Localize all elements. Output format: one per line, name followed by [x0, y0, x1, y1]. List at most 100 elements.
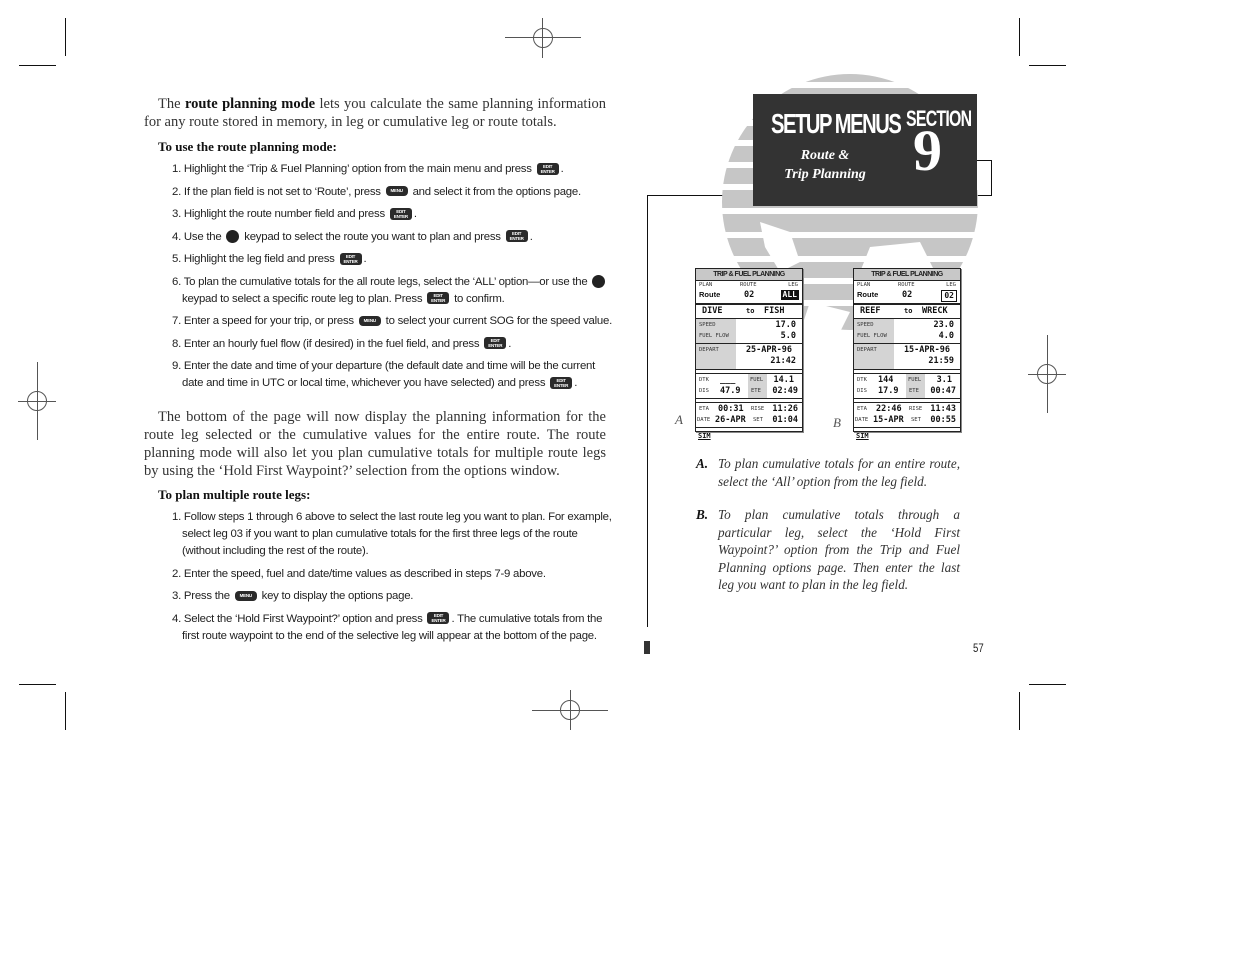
intro-paragraph: The route planning mode lets you calcula…	[144, 95, 606, 131]
header-rule	[991, 160, 992, 196]
depart-row: DEPART 15-APR-96 21:59	[854, 344, 960, 370]
fuel-flow-value: 5.0	[780, 331, 796, 341]
speed-value: 23.0	[933, 320, 954, 330]
section-number: 9	[913, 118, 942, 183]
step-number: 3.	[172, 590, 184, 602]
crop-mark	[19, 684, 56, 685]
depart-label: DEPART	[699, 347, 719, 353]
step-item: 1. Highlight the ‘Trip & Fuel Planning’ …	[172, 161, 612, 178]
ete-value: 00:47	[930, 386, 956, 396]
step-number: 1.	[172, 163, 184, 175]
step-text: and select it from the options page.	[409, 185, 582, 198]
route-label: ROUTE	[898, 282, 915, 288]
caption-text: To plan cumulative totals through a part…	[718, 507, 960, 592]
multiple-legs-steps-list: 1. Follow steps 1 through 6 above to sel…	[172, 509, 612, 650]
plan-value: Route	[699, 290, 721, 299]
crop-mark	[1019, 692, 1020, 730]
step-text: Use the	[183, 230, 225, 243]
date-value: 15-APR	[873, 415, 904, 425]
plan-label: PLAN	[699, 282, 713, 288]
edit-enter-key-icon: EDIT ENTER	[484, 337, 507, 350]
depart-time: 21:59	[928, 356, 954, 366]
step-number: 4.	[172, 230, 184, 243]
crop-mark	[65, 18, 66, 56]
trip-fuel-planning-screen-b: TRIP & FUEL PLANNING PLAN ROUTE LEG Route 02 0…	[853, 268, 961, 440]
caption-letter: B.	[696, 507, 709, 522]
fuel-flow-value: 4.0	[938, 331, 954, 341]
date-label: DATE	[855, 417, 869, 423]
step-text: keypad to select a specific route leg to…	[182, 292, 426, 305]
status-bar: SIM	[698, 432, 711, 440]
eta-value: 00:31	[718, 404, 744, 414]
leg-field: 02	[941, 290, 957, 302]
multiple-legs-heading: To plan multiple route legs:	[158, 487, 311, 502]
dtk-label: DTK	[857, 377, 867, 383]
step-text: To plan the cumulative totals for the al…	[183, 275, 591, 288]
depart-label: DEPART	[857, 347, 877, 353]
step-number: 2.	[172, 567, 184, 580]
waypoint-pair-row: DIVE to FISH	[696, 304, 802, 319]
ete-label: ETE	[751, 388, 761, 394]
dtk-dis-fuel-ete-row: DTK DIS ___ 47.9 FUEL ETE 14.1 02:49	[696, 374, 802, 399]
speed-value: 17.0	[775, 320, 796, 330]
leg-label: LEG	[788, 282, 798, 288]
crop-mark	[1029, 65, 1066, 66]
screen-title: TRIP & FUEL PLANNING	[854, 269, 960, 281]
caption-b: B. To plan cumulative totals through a p…	[696, 506, 960, 594]
set-label: SET	[911, 417, 921, 423]
leg-field: ALL	[780, 290, 799, 300]
fuel-flow-label: FUEL FLOW	[857, 333, 887, 339]
step-item: 5. Highlight the leg field and press EDI…	[172, 251, 612, 268]
edit-enter-key-icon: EDIT ENTER	[427, 292, 450, 305]
step-text: Enter a speed for your trip, or press	[183, 315, 357, 327]
to-word: to	[746, 307, 755, 315]
edit-enter-key-icon: EDIT ENTER	[427, 612, 450, 625]
dis-label: DIS	[699, 388, 709, 394]
eta-date-rise-set-row: ETA DATE 00:31 26-APR RISE SET 11:26 01:04	[696, 403, 802, 428]
speed-fuel-row: SPEED FUEL FLOW 23.0 4.0	[854, 319, 960, 344]
registration-mark	[18, 362, 58, 440]
section-header: SETUP MENUS Route & Trip Planning SECTIO…	[753, 94, 977, 206]
subtitle-line: Route &	[800, 148, 850, 163]
step-text: .	[574, 377, 578, 389]
menu-key-icon: MENU	[385, 186, 408, 197]
to-waypoint: FISH	[764, 306, 785, 316]
step-text: Highlight the route number field and pre…	[183, 208, 388, 220]
fuel-value: 14.1	[773, 375, 794, 385]
step-text: to confirm.	[451, 292, 505, 305]
registration-mark	[1028, 335, 1068, 413]
edit-enter-key-icon: EDIT ENTER	[389, 207, 412, 220]
leg-label: LEG	[946, 282, 956, 288]
speed-label: SPEED	[699, 322, 716, 328]
step-text: Highlight the leg field and press	[183, 253, 338, 265]
eta-date-rise-set-row: ETA DATE 22:46 15-APR RISE SET 11:43 00:55	[854, 403, 960, 428]
status-bar: SIM	[856, 432, 869, 440]
margin-rule	[647, 195, 648, 627]
route-planning-mode-term: route planning mode	[184, 96, 316, 112]
step-text: key to display the options page.	[258, 590, 414, 602]
plan-value: Route	[857, 290, 879, 299]
crop-mark	[1029, 684, 1066, 685]
dis-label: DIS	[857, 388, 867, 394]
step-item: 4. Use the keypad to select the route yo…	[172, 229, 612, 246]
figure-label-b: B	[833, 415, 841, 430]
dis-value: 47.9	[720, 386, 741, 396]
section-subtitle: Route & Trip Planning	[773, 146, 877, 184]
step-item: 2. If the plan field is not set to ‘Rout…	[172, 184, 612, 201]
dis-value: 17.9	[878, 386, 899, 396]
depart-row: DEPART 25-APR-96 21:42	[696, 344, 802, 370]
set-value: 00:55	[930, 415, 956, 425]
screen-title: TRIP & FUEL PLANNING	[696, 269, 802, 281]
speed-label: SPEED	[857, 322, 874, 328]
eta-label: ETA	[699, 406, 709, 412]
step-item: 6. To plan the cumulative totals for the…	[172, 274, 612, 308]
step-text: .	[508, 337, 512, 350]
waypoint-pair-row: REEF to WRECK	[854, 304, 960, 319]
rise-label: RISE	[751, 406, 765, 412]
step-item: 8. Enter an hourly fuel flow (if desired…	[172, 336, 612, 353]
speed-fuel-row: SPEED FUEL FLOW 17.0 5.0	[696, 319, 802, 344]
step-number: 6.	[172, 275, 184, 288]
edit-enter-key-icon: EDIT ENTER	[550, 376, 573, 389]
step-text: .	[529, 230, 533, 243]
menu-key-icon: MENU	[234, 590, 257, 601]
